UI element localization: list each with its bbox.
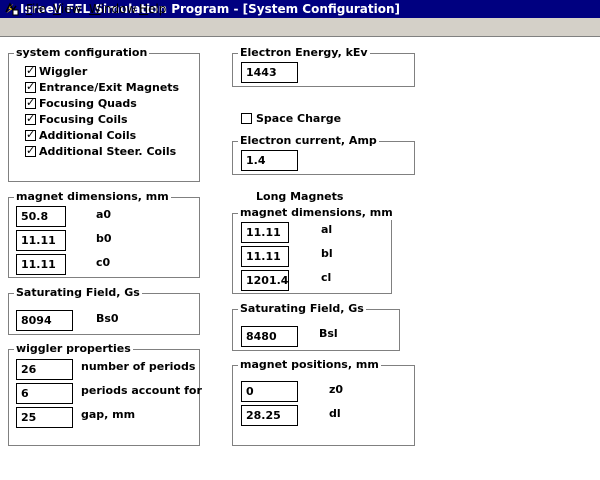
document-icon[interactable] — [4, 2, 20, 16]
magnet-dimensions-group: magnet dimensions, mm 50.8 a0 11.11 b0 1… — [8, 190, 200, 278]
checkbox-label: Additional Coils — [39, 129, 137, 142]
group-title: magnet positions, mm — [238, 358, 381, 372]
checkbox-label: Focusing Quads — [39, 97, 137, 110]
menu-window[interactable]: Window — [89, 1, 136, 18]
electron-energy-input[interactable]: 1443 — [241, 62, 298, 83]
checkbox-label: Space Charge — [256, 112, 342, 125]
periods-label: number of periods — [81, 360, 196, 373]
checkbox-focusing-quads[interactable]: ✓ — [25, 96, 36, 109]
menu-view[interactable]: View — [53, 1, 81, 18]
electron-current-input[interactable]: 1.4 — [241, 150, 298, 171]
al-label: al — [321, 223, 333, 236]
account-label: periods account for — [81, 384, 202, 397]
account-input[interactable]: 6 — [16, 383, 73, 404]
checkmark-icon: ✓ — [26, 112, 36, 125]
checkbox-additional-steer-coils[interactable]: ✓ — [25, 144, 36, 157]
gap-label: gap, mm — [81, 408, 136, 421]
checkmark-icon: ✓ — [26, 96, 36, 109]
b0-input[interactable]: 11.11 — [16, 230, 66, 251]
dl-label: dl — [329, 407, 341, 420]
saturating-field-group: Saturating Field, Gs 8094 Bs0 — [8, 286, 200, 335]
system-configuration-group: system configuration ✓ Wiggler ✓ Entranc… — [8, 46, 200, 182]
checkmark-icon: ✓ — [26, 144, 36, 157]
gap-input[interactable]: 25 — [16, 407, 73, 428]
electron-energy-group: Electron Energy, kEv 1443 — [232, 46, 415, 87]
bl-label: bl — [321, 247, 333, 260]
checkbox-focusing-coils[interactable]: ✓ — [25, 112, 36, 125]
z0-label: z0 — [329, 383, 344, 396]
a0-input[interactable]: 50.8 — [16, 206, 66, 227]
bl-input[interactable]: 11.11 — [241, 246, 289, 267]
group-title: system configuration — [14, 46, 150, 60]
magnet-positions-group: magnet positions, mm 0 z0 28.25 dl — [232, 358, 415, 446]
group-title: Saturating Field, Gs — [14, 286, 142, 300]
checkbox-wiggler[interactable]: ✓ — [25, 64, 36, 77]
checkbox-entrance-exit-magnets[interactable]: ✓ — [25, 80, 36, 93]
group-title: magnet dimensions, mm — [14, 190, 171, 204]
checkbox-label: Entrance/Exit Magnets — [39, 81, 180, 94]
z0-input[interactable]: 0 — [241, 381, 298, 402]
bs0-input[interactable]: 8094 — [16, 310, 73, 331]
checkbox-label: Focusing Coils — [39, 113, 128, 126]
checkbox-additional-coils[interactable]: ✓ — [25, 128, 36, 141]
periods-input[interactable]: 26 — [16, 359, 73, 380]
al-input[interactable]: 11.11 — [241, 222, 289, 243]
wiggler-properties-group: wiggler properties 26 number of periods … — [8, 342, 202, 446]
group-title: Saturating Field, Gs — [238, 302, 366, 316]
checkmark-icon: ✓ — [26, 128, 36, 141]
checkmark-icon: ✓ — [26, 80, 36, 93]
b0-label: b0 — [96, 232, 112, 245]
menu-help[interactable]: Help — [139, 1, 166, 18]
checkbox-label: Additional Steer. Coils — [39, 145, 177, 158]
checkbox-space-charge[interactable] — [241, 113, 252, 124]
cl-input[interactable]: 1201.4 — [241, 270, 289, 291]
menu-file[interactable]: File — [26, 1, 46, 18]
c0-input[interactable]: 11.11 — [16, 254, 66, 275]
group-title: wiggler properties — [14, 342, 133, 356]
c0-label: c0 — [96, 256, 111, 269]
checkmark-icon: ✓ — [26, 64, 36, 77]
checkbox-label: Wiggler — [39, 65, 88, 78]
group-title: Electron current, Amp — [238, 134, 379, 148]
long-magnets-heading: Long Magnets — [256, 190, 344, 203]
long-magnet-dimensions-group: magnet dimensions, mm 11.11 al 11.11 bl … — [232, 206, 395, 294]
saturating-field-long-group: Saturating Field, Gs 8480 Bsl — [232, 302, 400, 351]
a0-label: a0 — [96, 208, 112, 221]
cl-label: cl — [321, 271, 332, 284]
group-title: magnet dimensions, mm — [238, 206, 395, 220]
group-title: Electron Energy, kEv — [238, 46, 370, 60]
electron-current-group: Electron current, Amp 1.4 — [232, 134, 415, 175]
bsl-input[interactable]: 8480 — [241, 326, 298, 347]
bsl-label: Bsl — [319, 327, 338, 340]
dl-input[interactable]: 28.25 — [241, 405, 298, 426]
bs0-label: Bs0 — [96, 312, 119, 325]
menu-bar — [0, 18, 600, 37]
